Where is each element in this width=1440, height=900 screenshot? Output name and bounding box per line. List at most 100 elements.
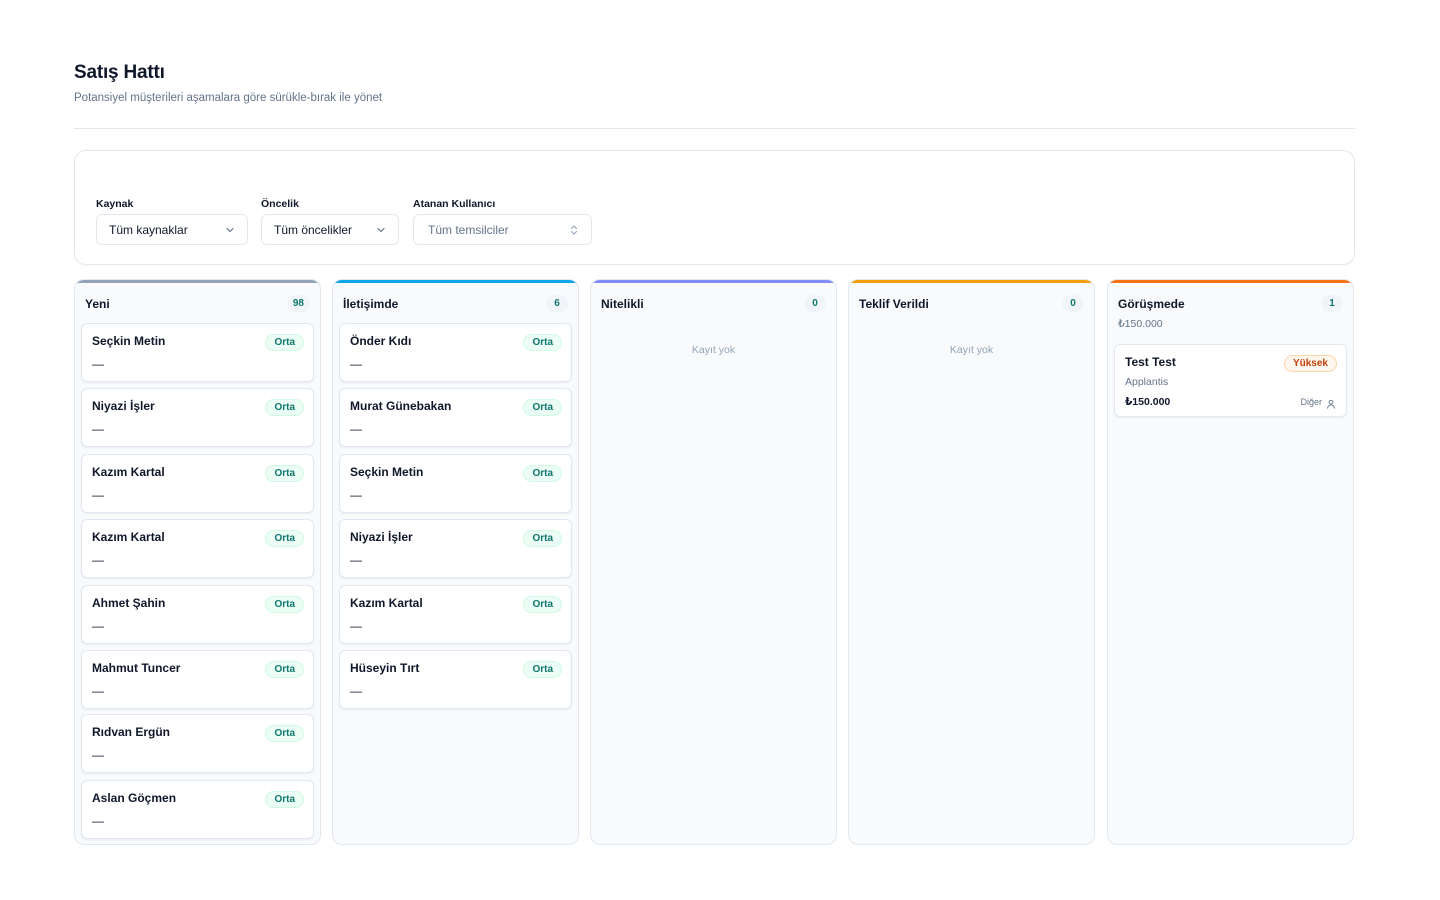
lead-detail: — — [92, 748, 104, 762]
lead-card[interactable]: Test Test Yüksek Applantis ₺150.000 Diğe… — [1114, 344, 1347, 417]
lead-name: Ahmet Şahin — [92, 596, 166, 610]
chevron-down-icon — [376, 225, 386, 235]
lead-card[interactable]: Niyazi İşler Orta — — [339, 519, 572, 578]
column-nitelikli[interactable]: Nitelikli 0 Kayıt yok — [590, 279, 837, 845]
column-teklif-verildi[interactable]: Teklif Verildi 0 Kayıt yok — [848, 279, 1095, 845]
lead-card[interactable]: Kazım Kartal Orta — — [339, 585, 572, 644]
chevron-up-down-icon — [569, 224, 579, 235]
lead-detail: — — [350, 684, 362, 698]
column-count-badge: 6 — [546, 295, 568, 312]
column-header: Teklif Verildi 0 — [859, 295, 1084, 312]
priority-badge: Orta — [265, 596, 304, 613]
lead-card[interactable]: Seçkin Metin Orta — — [339, 454, 572, 513]
column-color-bar — [75, 280, 320, 283]
assignee-filter: Atanan Kullanıcı Tüm temsilciler — [413, 198, 592, 245]
priority-badge: Orta — [523, 661, 562, 678]
column-header: İletişimde 6 — [343, 295, 568, 312]
priority-badge: Orta — [265, 725, 304, 742]
lead-source: Diğer — [1300, 397, 1322, 407]
column-title: Yeni — [85, 296, 110, 311]
lead-company: Applantis — [1125, 376, 1169, 388]
page-header: Satış Hattı Potansiyel müşterileri aşama… — [74, 62, 1355, 104]
column-count-badge: 1 — [1321, 295, 1343, 312]
column-color-bar — [1108, 280, 1353, 283]
lead-card[interactable]: Mahmut Tuncer Orta — — [81, 650, 314, 709]
source-select-value: Tüm kaynaklar — [109, 222, 188, 237]
priority-badge: Yüksek — [1283, 355, 1337, 372]
column-color-bar — [591, 280, 836, 283]
lead-detail: — — [92, 814, 104, 828]
lead-detail: — — [350, 488, 362, 502]
lead-card[interactable]: Kazım Kartal Orta — — [81, 519, 314, 578]
page-title: Satış Hattı — [74, 62, 165, 83]
column-total-value: ₺150.000 — [1118, 318, 1163, 330]
priority-badge: Orta — [265, 399, 304, 416]
lead-detail: — — [350, 619, 362, 633]
column-iletisimde[interactable]: İletişimde 6 Önder Kıdı Orta — Murat Gün… — [332, 279, 579, 845]
column-title: Görüşmede — [1118, 296, 1185, 311]
column-title: İletişimde — [343, 296, 399, 311]
lead-detail: — — [350, 422, 362, 436]
lead-name: Mahmut Tuncer — [92, 661, 181, 675]
assignee-select-placeholder: Tüm temsilciler — [428, 222, 509, 237]
column-color-bar — [849, 280, 1094, 283]
priority-badge: Orta — [523, 530, 562, 547]
lead-card[interactable]: Rıdvan Ergün Orta — — [81, 714, 314, 773]
lead-name: Hüseyin Tırt — [350, 661, 420, 675]
lead-name: Test Test — [1125, 355, 1176, 369]
column-title: Teklif Verildi — [859, 296, 929, 311]
column-header: Görüşmede 1 — [1118, 295, 1343, 312]
lead-detail: — — [92, 422, 104, 436]
assignee-filter-label: Atanan Kullanıcı — [413, 198, 496, 210]
priority-badge: Orta — [265, 465, 304, 482]
lead-name: Kazım Kartal — [92, 465, 165, 479]
column-header: Yeni 98 — [85, 295, 310, 312]
lead-detail: — — [92, 553, 104, 567]
column-color-bar — [333, 280, 578, 283]
lead-detail: — — [92, 684, 104, 698]
lead-card[interactable]: Hüseyin Tırt Orta — — [339, 650, 572, 709]
lead-name: Seçkin Metin — [92, 334, 166, 348]
priority-select-value: Tüm öncelikler — [274, 222, 353, 237]
lead-name: Aslan Göçmen — [92, 791, 177, 805]
user-icon — [1326, 396, 1336, 409]
priority-filter-label: Öncelik — [261, 198, 299, 210]
lead-detail: — — [92, 488, 104, 502]
priority-badge: Orta — [523, 399, 562, 416]
header-divider — [74, 128, 1355, 129]
lead-card[interactable]: Önder Kıdı Orta — — [339, 323, 572, 382]
lead-card[interactable]: Seçkin Metin Orta — — [81, 323, 314, 382]
priority-badge: Orta — [265, 661, 304, 678]
source-select[interactable]: Tüm kaynaklar — [96, 214, 248, 245]
column-count-badge: 0 — [804, 295, 826, 312]
lead-card[interactable]: Kazım Kartal Orta — — [81, 454, 314, 513]
lead-name: Kazım Kartal — [92, 530, 165, 544]
priority-badge: Orta — [265, 530, 304, 547]
lead-value: ₺150.000 — [1125, 396, 1171, 408]
lead-card[interactable]: Ahmet Şahin Orta — — [81, 585, 314, 644]
source-filter-label: Kaynak — [96, 198, 134, 210]
assignee-select[interactable]: Tüm temsilciler — [413, 214, 592, 245]
lead-detail: — — [350, 553, 362, 567]
priority-badge: Orta — [523, 465, 562, 482]
lead-detail: — — [92, 357, 104, 371]
empty-state: Kayıt yok — [949, 344, 994, 356]
source-filter: Kaynak Tüm kaynaklar — [96, 198, 248, 245]
column-gorusmede[interactable]: Görüşmede 1 ₺150.000 Test Test Yüksek Ap… — [1107, 279, 1354, 845]
page-subtitle: Potansiyel müşterileri aşamalara göre sü… — [74, 92, 383, 104]
lead-name: Rıdvan Ergün — [92, 725, 171, 739]
lead-card[interactable]: Murat Günebakan Orta — — [339, 388, 572, 447]
priority-badge: Orta — [265, 791, 304, 808]
column-title: Nitelikli — [601, 296, 644, 311]
lead-name: Murat Günebakan — [350, 399, 452, 413]
priority-select[interactable]: Tüm öncelikler — [261, 214, 399, 245]
filter-panel: Kaynak Tüm kaynaklar Öncelik Tüm öncelik… — [74, 150, 1355, 265]
column-yeni[interactable]: Yeni 98 Seçkin Metin Orta — Niyazi İşler… — [74, 279, 321, 845]
lead-card[interactable]: Niyazi İşler Orta — — [81, 388, 314, 447]
lead-name: Kazım Kartal — [350, 596, 423, 610]
lead-card[interactable]: Aslan Göçmen Orta — — [81, 780, 314, 839]
empty-state: Kayıt yok — [691, 344, 736, 356]
priority-badge: Orta — [265, 334, 304, 351]
lead-detail: — — [350, 357, 362, 371]
priority-filter: Öncelik Tüm öncelikler — [261, 198, 399, 245]
